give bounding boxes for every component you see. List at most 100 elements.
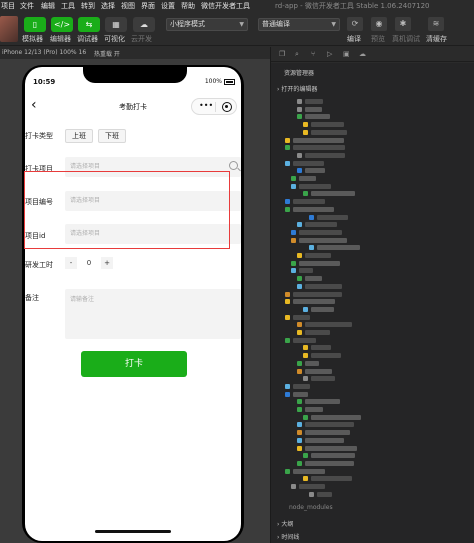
tree-item[interactable] (311, 453, 355, 459)
punch-in-button[interactable]: 上班 (65, 129, 93, 143)
hotreload-toggle[interactable]: 热重载 开 (94, 49, 120, 58)
tree-item[interactable] (317, 491, 332, 497)
tree-item[interactable] (305, 99, 323, 104)
punch-submit-button[interactable]: 打卡 (81, 351, 187, 377)
compile-button[interactable]: ⟳ (347, 17, 363, 31)
tree-item[interactable] (305, 168, 325, 174)
tree-item[interactable] (293, 391, 308, 397)
tree-item[interactable] (311, 122, 344, 128)
cloud-icon[interactable]: ☁ (359, 50, 368, 59)
tree-item[interactable] (305, 460, 354, 466)
plus-button[interactable]: + (101, 257, 113, 269)
tree-item[interactable] (311, 376, 335, 382)
timeline-section[interactable]: › 时间线 (277, 532, 299, 541)
bug-icon: ✱ (399, 19, 407, 28)
files-icon[interactable]: ❐ (279, 50, 288, 59)
tree-item[interactable] (299, 237, 347, 243)
tree-item[interactable] (293, 160, 324, 166)
tree-item[interactable] (305, 222, 337, 228)
tree-item[interactable] (311, 414, 361, 420)
cloud-button[interactable]: ☁ (133, 17, 155, 32)
menu-interface[interactable]: 界面 (141, 1, 155, 10)
menu-select[interactable]: 选择 (101, 1, 115, 10)
tree-item[interactable] (293, 145, 345, 151)
visual-button[interactable]: ▦ (105, 17, 127, 32)
tree-item[interactable] (305, 114, 330, 120)
tree-item[interactable] (305, 322, 352, 328)
preview-button[interactable]: ◉ (371, 17, 387, 31)
file-icon (285, 199, 290, 205)
extensions-icon[interactable]: ▣ (343, 50, 352, 59)
tree-item[interactable] (317, 245, 360, 251)
editor-button[interactable]: </> (51, 17, 73, 32)
avatar[interactable] (0, 16, 18, 42)
tree-item[interactable] (293, 206, 334, 212)
phone-frame: 10:59 100% ‹ 考勤打卡 ••• 打卡类型 上班 下班 打卡项目 请选… (22, 65, 244, 543)
tree-item[interactable] (299, 183, 331, 189)
tree-item[interactable] (305, 253, 331, 258)
source-control-icon[interactable]: ⑂ (311, 50, 320, 59)
tree-item[interactable] (311, 191, 355, 197)
tree-item[interactable] (299, 260, 340, 266)
tree-item[interactable] (293, 299, 335, 305)
tree-item[interactable] (311, 306, 334, 312)
menu-edit[interactable]: 编辑 (41, 1, 55, 10)
tree-item[interactable] (311, 353, 341, 359)
node-modules-item[interactable]: node_modules (289, 504, 333, 511)
tree-item[interactable] (305, 422, 354, 428)
tree-item[interactable] (305, 152, 345, 158)
tree-item[interactable] (299, 268, 313, 274)
device-select[interactable]: iPhone 12/13 (Pro) 100% 16 (2, 49, 86, 56)
minus-button[interactable]: - (65, 257, 77, 269)
menu-file[interactable]: 文件 (20, 1, 34, 10)
tree-item[interactable] (293, 137, 344, 143)
tree-item[interactable] (305, 283, 342, 289)
tree-item[interactable] (299, 229, 342, 235)
tree-item[interactable] (305, 445, 357, 451)
phone-screen: 10:59 100% ‹ 考勤打卡 ••• 打卡类型 上班 下班 打卡项目 请选… (25, 67, 241, 541)
mode-select[interactable]: 小程序模式 ▼ (166, 18, 248, 31)
simulator-button[interactable]: ▯ (24, 17, 46, 32)
tree-item[interactable] (305, 437, 344, 443)
tree-item[interactable] (305, 399, 340, 405)
tree-item[interactable] (293, 314, 310, 320)
clear-cache-button[interactable]: ≋ (428, 17, 444, 31)
menu-settings[interactable]: 设置 (161, 1, 175, 10)
more-dots-icon[interactable]: ••• (199, 101, 213, 110)
debug-icon[interactable]: ▷ (327, 50, 336, 59)
tree-item[interactable] (311, 129, 347, 135)
menu-project[interactable]: 项目 (1, 1, 15, 10)
tree-item[interactable] (305, 106, 322, 112)
menu-devtools[interactable]: 微信开发者工具 (201, 1, 250, 10)
close-target-icon[interactable] (222, 102, 232, 112)
real-debug-button[interactable]: ✱ (395, 17, 411, 31)
search-icon[interactable]: ⌕ (295, 50, 304, 59)
tree-item[interactable] (299, 484, 325, 489)
tree-item[interactable] (293, 468, 325, 474)
tree-item[interactable] (305, 360, 319, 366)
tree-item[interactable] (305, 276, 322, 282)
menu-help[interactable]: 帮助 (181, 1, 195, 10)
tree-item[interactable] (311, 476, 352, 482)
tree-item[interactable] (305, 407, 323, 412)
debugger-button[interactable]: ⇆ (78, 17, 100, 32)
menu-goto[interactable]: 转到 (81, 1, 95, 10)
tree-item[interactable] (293, 199, 325, 205)
tree-item[interactable] (299, 176, 316, 181)
hours-value[interactable]: 0 (83, 257, 95, 269)
tree-item[interactable] (311, 345, 331, 351)
outline-section[interactable]: › 大纲 (277, 519, 293, 528)
menu-tools[interactable]: 工具 (61, 1, 75, 10)
menu-view[interactable]: 视图 (121, 1, 135, 10)
punch-out-button[interactable]: 下班 (98, 129, 126, 143)
tree-item[interactable] (293, 291, 342, 297)
tree-item[interactable] (305, 430, 350, 436)
tree-item[interactable] (293, 337, 316, 343)
tree-item[interactable] (305, 330, 330, 335)
remark-textarea[interactable]: 请输备注 (65, 289, 241, 339)
search-icon[interactable] (229, 161, 238, 170)
tree-item[interactable] (293, 383, 310, 389)
tree-item[interactable] (305, 368, 332, 374)
compile-select[interactable]: 普通编译 ▼ (258, 18, 340, 31)
tree-item[interactable] (317, 214, 348, 220)
